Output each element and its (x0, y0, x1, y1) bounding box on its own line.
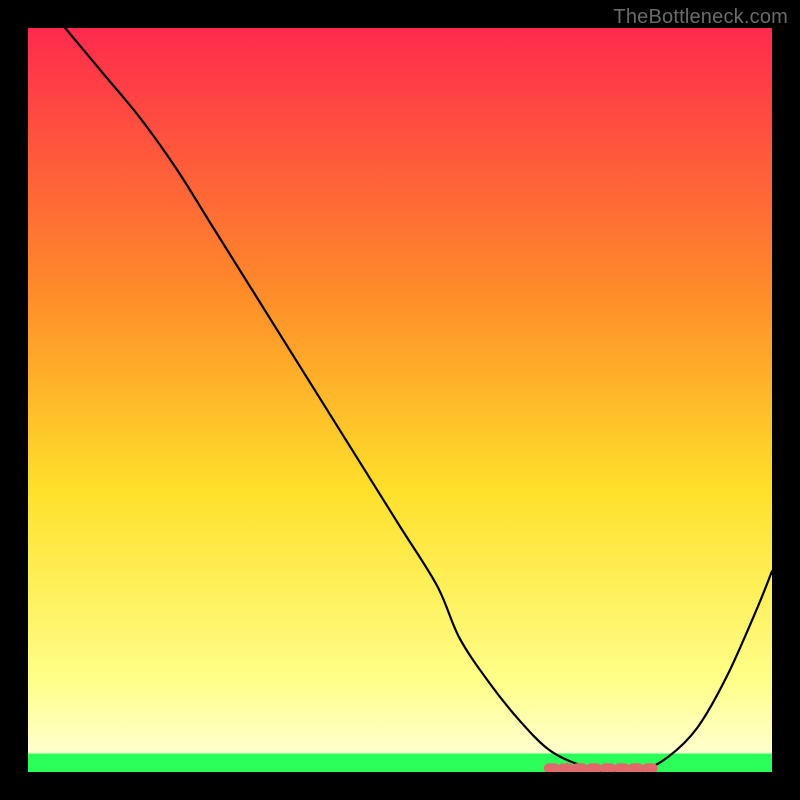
gradient-background (28, 28, 772, 772)
chart-container: TheBottleneck.com (0, 0, 800, 800)
plot-area (28, 28, 772, 772)
chart-svg (28, 28, 772, 772)
watermark-text: TheBottleneck.com (613, 6, 788, 29)
